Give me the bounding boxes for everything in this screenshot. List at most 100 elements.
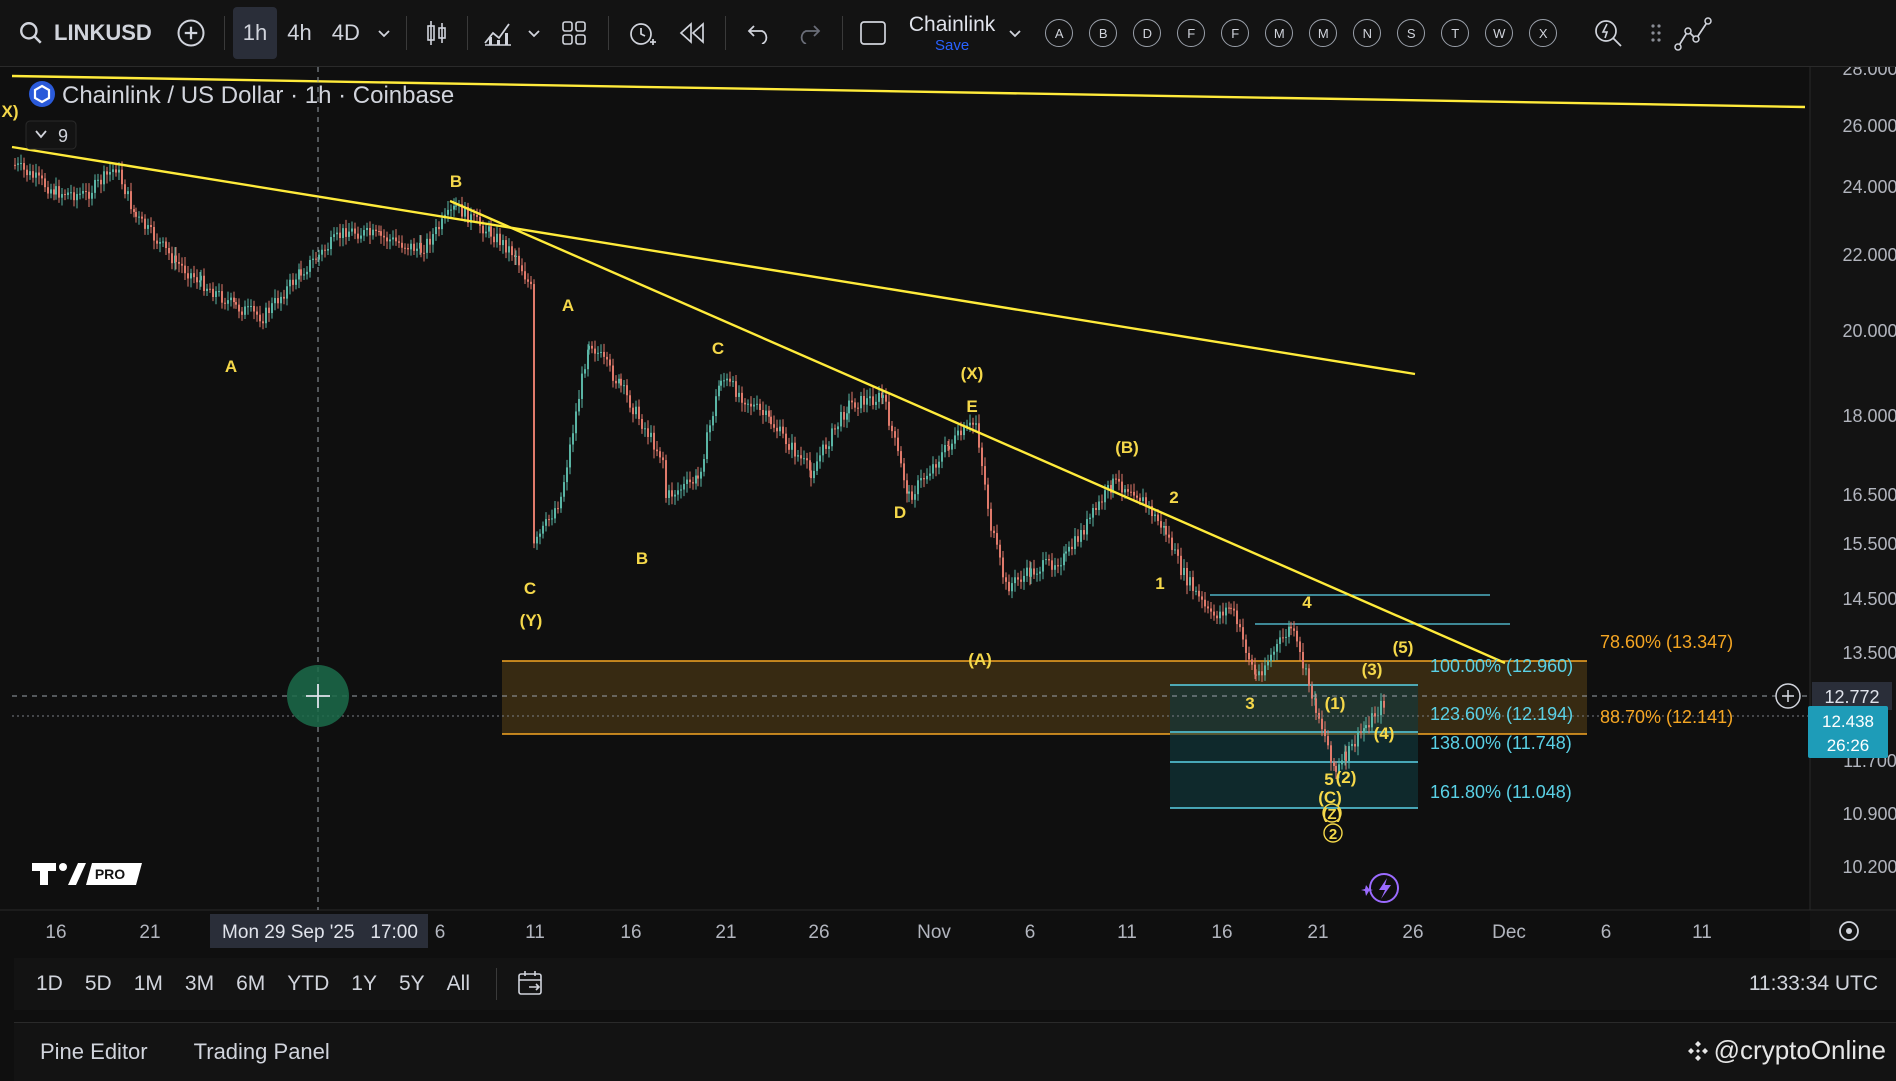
favorite-tool-11[interactable]: X xyxy=(1529,19,1558,47)
candle-body xyxy=(1060,565,1062,567)
candle-body xyxy=(1165,525,1167,535)
layout-dropdown[interactable] xyxy=(1001,7,1029,59)
range-1y[interactable]: 1Y xyxy=(351,972,377,996)
fib-label: 88.70% (12.141) xyxy=(1600,707,1733,727)
range-all[interactable]: All xyxy=(447,972,470,996)
undo-button[interactable] xyxy=(734,7,784,59)
favorite-tool-8[interactable]: S xyxy=(1397,19,1426,47)
candle-body xyxy=(843,411,845,420)
goto-date-button[interactable] xyxy=(515,969,547,999)
candle-body xyxy=(689,479,691,483)
chevron-down-icon xyxy=(1009,30,1021,38)
drag-handle[interactable] xyxy=(1641,7,1671,59)
chart-pane[interactable]: X) B A A C B C (Y) (X) E D (A) (B) 2 1 3 4 (5) (3) (1) (4) 5(… xyxy=(0,59,1896,967)
range-3m[interactable]: 3M xyxy=(185,972,214,996)
range-6m[interactable]: 6M xyxy=(236,972,265,996)
candle-body xyxy=(810,470,812,479)
candle-body xyxy=(1258,671,1260,676)
favorite-tool-10[interactable]: W xyxy=(1485,19,1514,47)
candle-body xyxy=(900,451,902,464)
range-1m[interactable]: 1M xyxy=(134,972,163,996)
candle-body xyxy=(1365,725,1367,729)
candle-body xyxy=(150,225,152,227)
timeframe-1h[interactable]: 1h xyxy=(232,7,278,59)
candle-body xyxy=(369,227,371,236)
drawing-tools-button[interactable] xyxy=(1671,7,1717,59)
candle-body xyxy=(315,258,317,260)
timeframe-dropdown[interactable] xyxy=(370,7,398,59)
indicators-button[interactable] xyxy=(476,7,520,59)
redo-button[interactable] xyxy=(784,7,834,59)
range-ytd[interactable]: YTD xyxy=(287,972,329,996)
candle-body xyxy=(64,194,66,196)
candle-body xyxy=(1020,579,1022,582)
chart-legend[interactable]: Chainlink / US Dollar · 1h · Coinbase xyxy=(29,81,454,109)
candle-body xyxy=(1065,551,1067,554)
favorite-tool-0[interactable]: A xyxy=(1045,19,1074,47)
candle-body xyxy=(1245,639,1247,653)
favorite-tools: ABDFFMMNSTWX xyxy=(1037,19,1565,47)
indicator-toggle-button[interactable]: 9 xyxy=(25,120,77,150)
crosshair-center[interactable] xyxy=(287,665,349,727)
timeframe-4d[interactable]: 4D xyxy=(322,7,370,59)
favorite-tool-7[interactable]: N xyxy=(1353,19,1382,47)
symbol-search-button[interactable]: LINKUSD xyxy=(18,7,152,59)
fib-zone-orange xyxy=(502,661,1587,734)
candle-body xyxy=(44,178,46,188)
favorite-tool-6[interactable]: M xyxy=(1309,19,1338,47)
candle-body xyxy=(1183,567,1185,576)
tab-trading-panel[interactable]: Trading Panel xyxy=(194,1039,330,1065)
favorite-tool-3[interactable]: F xyxy=(1177,19,1206,47)
candle-body xyxy=(271,303,273,314)
candle-body xyxy=(644,428,646,430)
candle-body xyxy=(972,422,974,425)
candle-body xyxy=(729,378,731,382)
fullscreen-button[interactable] xyxy=(851,7,895,59)
last-price: 12.438 xyxy=(1822,712,1874,731)
tab-pine-editor[interactable]: Pine Editor xyxy=(40,1039,148,1065)
range-1d[interactable]: 1D xyxy=(36,972,63,996)
price-chart[interactable]: X)BAACBC(Y)(X)ED(A)(B)2134(5)(3)(1)(4)5(… xyxy=(0,59,1896,967)
timeframe-4h[interactable]: 4h xyxy=(277,7,321,59)
time-tick: 16 xyxy=(620,922,641,943)
candle-body xyxy=(954,435,956,444)
wave-label: 5 xyxy=(1324,770,1333,789)
search-icon xyxy=(20,22,42,44)
candle-body xyxy=(168,248,170,254)
candle-body xyxy=(1130,491,1132,493)
candle-body xyxy=(831,428,833,447)
wave-label: (4) xyxy=(1374,724,1395,743)
favorite-tool-4[interactable]: F xyxy=(1221,19,1250,47)
favorite-tool-5[interactable]: M xyxy=(1265,19,1294,47)
alert-button[interactable] xyxy=(617,7,667,59)
favorite-tool-2[interactable]: D xyxy=(1133,19,1162,47)
range-5d[interactable]: 5D xyxy=(85,972,112,996)
layouts-button[interactable] xyxy=(548,7,600,59)
candle-body xyxy=(159,242,161,244)
favorite-tool-1[interactable]: B xyxy=(1089,19,1118,47)
utc-clock[interactable]: 11:33:34 UTC xyxy=(1749,972,1878,996)
wave-label: X) xyxy=(2,102,19,121)
add-alert-plus-button[interactable] xyxy=(1775,683,1801,709)
wave-label: B xyxy=(636,549,648,568)
candle-body xyxy=(1133,491,1135,496)
candle-body xyxy=(392,237,394,240)
toolbar-divider xyxy=(841,16,843,50)
chart-type-button[interactable] xyxy=(415,7,459,59)
favorite-tool-9[interactable]: T xyxy=(1441,19,1470,47)
candle-body xyxy=(1330,745,1332,763)
range-5y[interactable]: 5Y xyxy=(399,972,425,996)
calendar-range-icon xyxy=(518,971,542,995)
candle-body xyxy=(162,241,164,243)
candle-body xyxy=(156,240,158,244)
candle-body xyxy=(283,296,285,299)
candle-body xyxy=(1180,555,1182,576)
quick-search-button[interactable] xyxy=(1583,7,1633,59)
compare-symbol-button[interactable] xyxy=(176,7,206,59)
replay-button[interactable] xyxy=(667,7,717,59)
candle-body xyxy=(1230,607,1232,609)
indicators-dropdown[interactable] xyxy=(520,7,548,59)
candle-body xyxy=(244,306,246,315)
candle-body xyxy=(1026,567,1028,576)
layout-name-button[interactable]: Chainlink Save xyxy=(909,7,995,59)
